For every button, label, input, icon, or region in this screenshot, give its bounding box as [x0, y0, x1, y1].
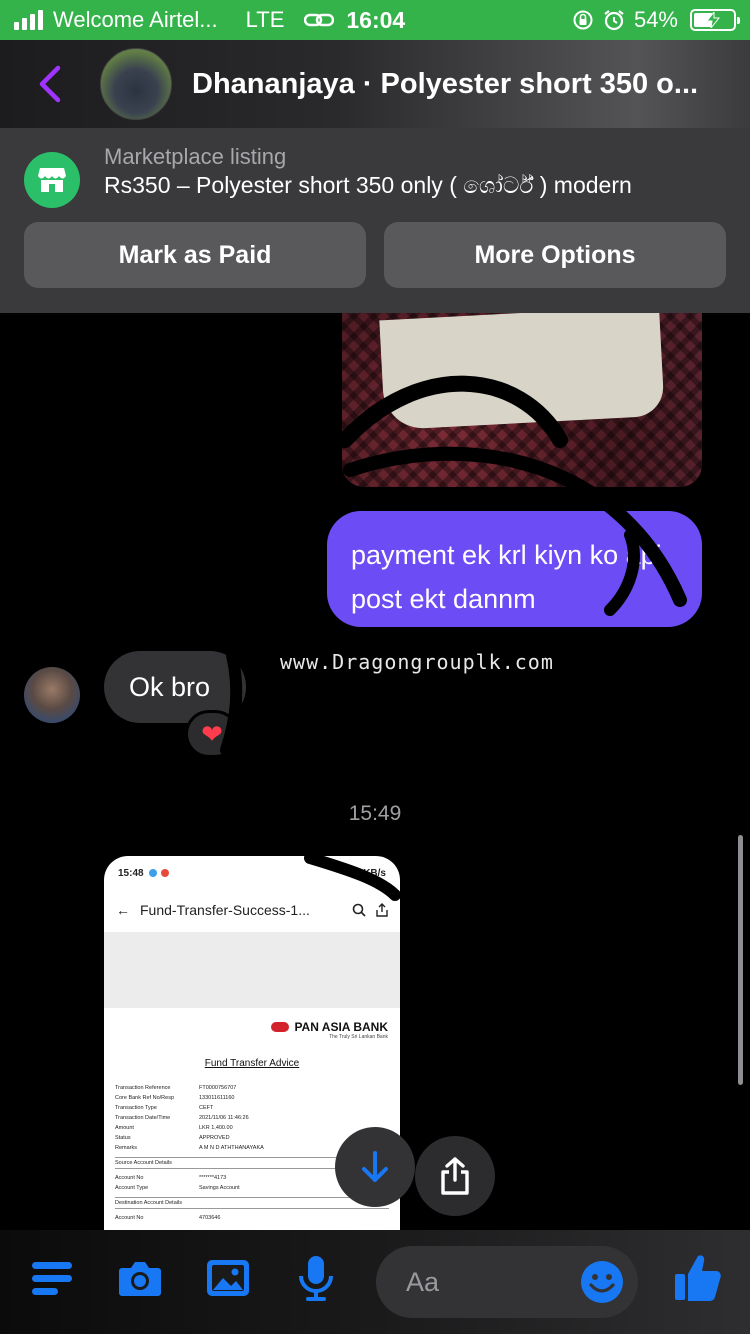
- row-value: 4703646: [199, 1215, 221, 1221]
- row-value: 2021/11/06 11:46:26: [199, 1115, 249, 1121]
- outgoing-message[interactable]: payment ek krl kiyn ko api post ekt dann…: [327, 511, 702, 627]
- row-key: Amount: [115, 1125, 134, 1131]
- network-type: LTE: [245, 7, 285, 32]
- status-bar: Welcome Airtel... LTE 16:04 54%: [0, 0, 750, 40]
- row-value: CEFT: [199, 1105, 214, 1111]
- microphone-icon[interactable]: [292, 1254, 340, 1302]
- row-value: LKR 1,400.00: [199, 1125, 233, 1131]
- marketplace-label: Marketplace listing: [104, 144, 287, 169]
- bank-tagline: The Truly Sri Lankan Bank: [329, 1034, 388, 1040]
- share-icon: [376, 903, 388, 917]
- sender-avatar[interactable]: [24, 667, 80, 723]
- table-row: Transaction Type CEFT: [115, 1103, 389, 1113]
- gallery-icon[interactable]: [204, 1254, 252, 1302]
- row-key: Core Bank Ref No/Resp: [115, 1095, 174, 1101]
- screenshot-time: 15:48: [118, 867, 144, 879]
- row-key: Transaction Type: [115, 1105, 157, 1111]
- row-key: Account Type: [115, 1185, 149, 1191]
- signal-icon: [14, 10, 43, 30]
- back-chevron-icon[interactable]: [36, 64, 66, 104]
- screenshot-title: Fund-Transfer-Success-1...: [140, 902, 310, 918]
- chat-title[interactable]: Dhananjaya · Polyester short 350 o...: [192, 68, 732, 101]
- mark-as-paid-button[interactable]: Mark as Paid: [24, 222, 366, 288]
- chat-header: Dhananjaya · Polyester short 350 o...: [0, 40, 750, 128]
- share-button[interactable]: [415, 1136, 495, 1216]
- menu-icon[interactable]: [28, 1254, 76, 1302]
- advice-heading: Fund Transfer Advice: [204, 1058, 300, 1069]
- link-icon: [304, 13, 335, 27]
- more-options-button[interactable]: More Options: [384, 222, 726, 288]
- screenshot-status-bar: 15:48 0.4KB/s: [104, 856, 400, 890]
- shop-icon: [24, 152, 80, 208]
- contact-avatar[interactable]: [100, 48, 172, 120]
- table-row: Amount LKR 1,400.00: [115, 1123, 389, 1133]
- clock: 16:04: [346, 6, 406, 33]
- battery-icon: [690, 9, 740, 31]
- battery-percent: 54%: [633, 7, 678, 32]
- search-icon: [352, 903, 366, 917]
- camera-icon[interactable]: [116, 1254, 164, 1302]
- listing-title[interactable]: Rs350 – Polyester short 350 only ( ශෝර්ට…: [104, 172, 632, 199]
- thumbs-up-icon[interactable]: [672, 1252, 724, 1304]
- marketplace-panel: Marketplace listing Rs350 – Polyester sh…: [0, 128, 750, 313]
- message-composer: [0, 1230, 750, 1334]
- table-row: Transaction Date/Time 2021/11/06 11:46:26: [115, 1113, 389, 1123]
- row-value: A M N D ATHTHANAYAKA: [199, 1145, 264, 1151]
- scrollbar[interactable]: [738, 835, 743, 1085]
- table-row: Account No 4703646: [115, 1213, 389, 1223]
- row-key: Remarks: [115, 1145, 138, 1151]
- table-row: Transaction Reference FT0000756707: [115, 1083, 389, 1093]
- scroll-down-button[interactable]: [335, 1127, 415, 1207]
- message-timestamp: 15:49: [348, 802, 402, 825]
- row-key: Status: [115, 1135, 131, 1141]
- row-value: Savings Account: [199, 1185, 240, 1191]
- carrier-name: Welcome Airtel...: [53, 7, 218, 32]
- arrow-left-icon: ←: [116, 902, 130, 918]
- message-input-box[interactable]: [376, 1246, 638, 1318]
- row-value: *******4173: [199, 1175, 227, 1181]
- watermark-text: www.Dragongrouplk.com: [280, 650, 554, 674]
- screenshot-titlebar: ← Fund-Transfer-Success-1...: [104, 890, 400, 930]
- photo-message[interactable]: [342, 313, 702, 487]
- row-key: Transaction Date/Time: [115, 1115, 171, 1121]
- smiley-icon[interactable]: [580, 1260, 624, 1304]
- row-value: FT0000756707: [199, 1085, 237, 1091]
- bank-logo: PAN ASIA BANK: [104, 1008, 400, 1034]
- alarm-icon: [604, 10, 624, 31]
- row-value: 133011611160: [199, 1095, 235, 1101]
- message-input[interactable]: [406, 1264, 586, 1300]
- row-key: Account No: [115, 1215, 144, 1221]
- screenshot-speed: 0.4KB/s: [349, 867, 386, 879]
- arrow-down-icon: [362, 1151, 388, 1182]
- heart-icon[interactable]: ❤: [185, 710, 239, 758]
- row-key: Transaction Reference: [115, 1085, 171, 1091]
- section-header: Destination Account Details: [115, 1197, 389, 1209]
- share-icon: [441, 1157, 469, 1195]
- row-value: APPROVED: [199, 1135, 230, 1141]
- table-row: Core Bank Ref No/Resp 133011611160: [115, 1093, 389, 1103]
- lock-rotation-icon: [573, 10, 593, 30]
- row-key: Account No: [115, 1175, 144, 1181]
